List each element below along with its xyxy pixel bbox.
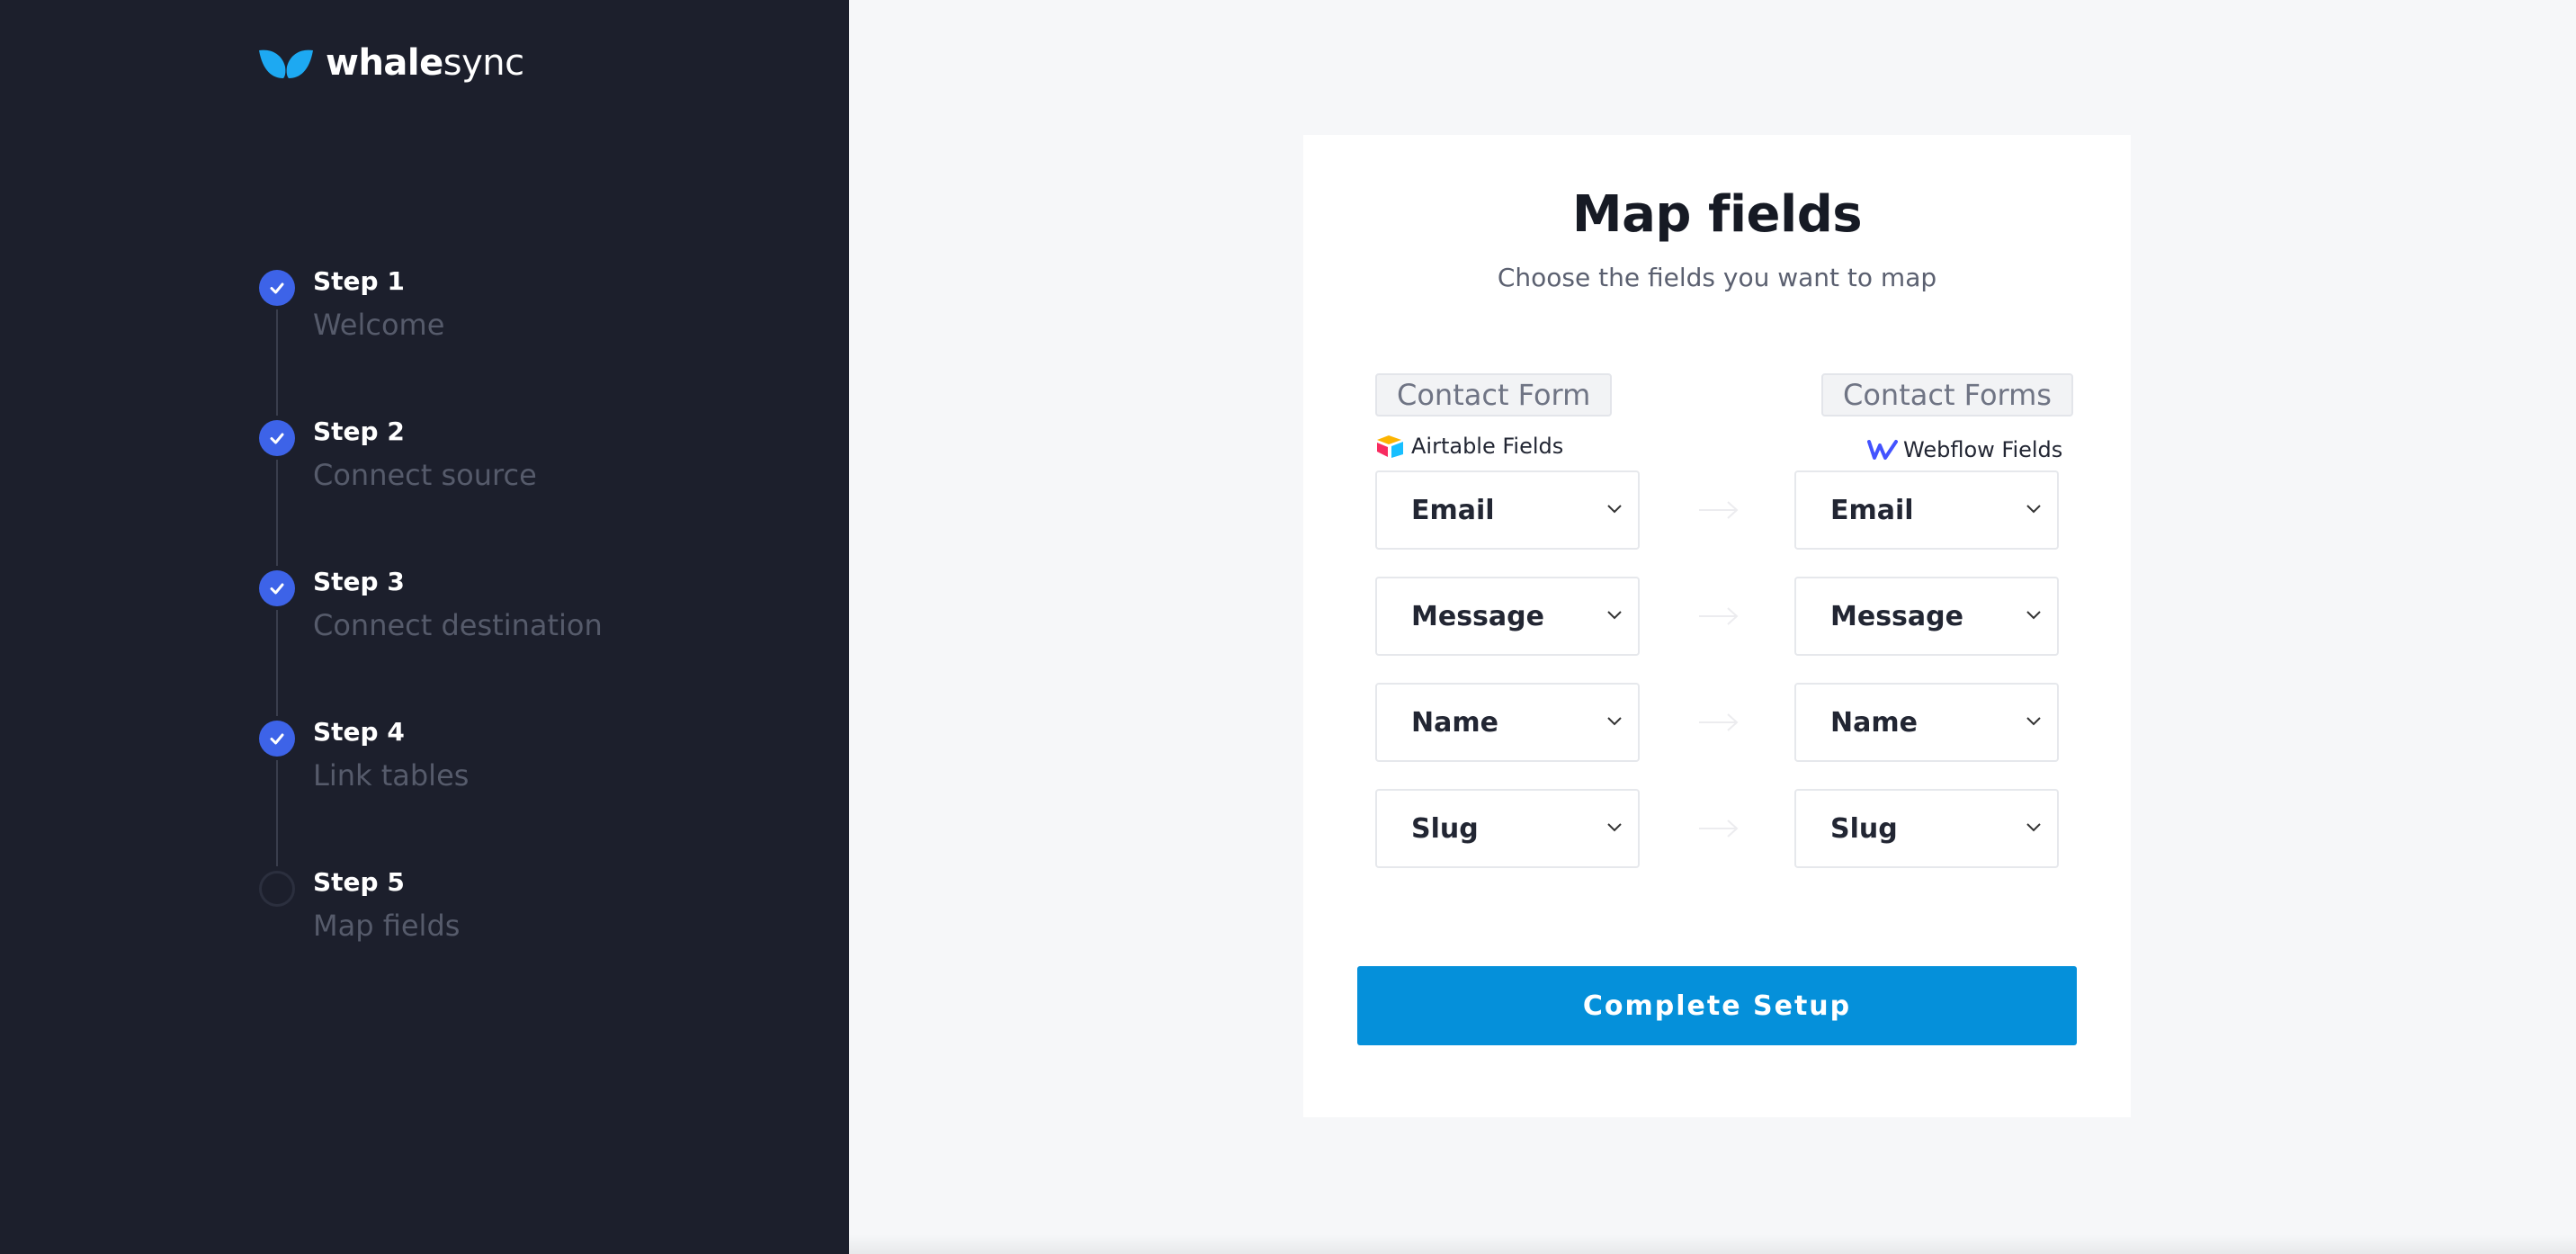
map-fields-card: Map fields Choose the fields you want to… (1303, 135, 2131, 1117)
logo-text: whalesync (326, 42, 524, 84)
field-mapping-row: Slug Slug (1375, 789, 2059, 868)
destination-fields-label: Webflow Fields (1867, 437, 2062, 462)
arrow-right-icon (1699, 501, 1739, 519)
source-fields-text: Airtable Fields (1411, 434, 1564, 459)
step-check-icon (259, 570, 295, 606)
step-check-icon (259, 721, 295, 757)
step-connector (276, 460, 278, 566)
chevron-down-icon (2026, 611, 2041, 620)
step-title: Step 3 (313, 567, 405, 596)
chevron-down-icon (2026, 505, 2041, 514)
complete-setup-button[interactable]: Complete Setup (1357, 966, 2077, 1045)
page-title: Map fields (1571, 185, 1863, 244)
whale-tail-icon (259, 49, 313, 78)
source-field-value: Message (1411, 600, 1544, 632)
page-subtitle: Choose the fields you want to map (1497, 263, 1937, 292)
field-mapping-row: Message Message (1375, 577, 2059, 656)
step-subtitle: Map fields (313, 909, 461, 943)
step-1: Step 1 Welcome (259, 266, 799, 416)
field-mapping-row: Name Name (1375, 683, 2059, 762)
destination-field-select[interactable]: Slug (1794, 789, 2059, 868)
airtable-icon (1377, 435, 1403, 458)
arrow-right-icon (1699, 607, 1739, 625)
source-field-select[interactable]: Slug (1375, 789, 1640, 868)
source-fields-label: Airtable Fields (1375, 434, 1563, 459)
source-field-select[interactable]: Name (1375, 683, 1640, 762)
source-field-select[interactable]: Message (1375, 577, 1640, 656)
destination-field-value: Message (1830, 600, 1963, 632)
step-check-icon (259, 420, 295, 456)
field-mapping-row: Email Email (1375, 470, 2059, 550)
destination-table-badge: Contact Forms (1821, 373, 2073, 417)
step-title: Step 4 (313, 717, 405, 747)
chevron-down-icon (1607, 611, 1622, 620)
source-field-select[interactable]: Email (1375, 470, 1640, 550)
sidebar: whalesync Step 1 Welcome Step 2 Connect … (0, 0, 849, 1254)
step-4: Step 4 Link tables (259, 717, 799, 866)
destination-field-value: Email (1830, 494, 1914, 526)
destination-field-value: Name (1830, 706, 1918, 739)
chevron-down-icon (2026, 717, 2041, 726)
webflow-icon (1867, 440, 1898, 460)
source-table-badge: Contact Form (1375, 373, 1613, 417)
step-subtitle: Link tables (313, 758, 470, 793)
step-5: Step 5 Map fields (259, 867, 799, 966)
step-connector (276, 760, 278, 866)
arrow-right-icon (1699, 820, 1739, 837)
step-title: Step 2 (313, 417, 405, 446)
step-connector (276, 610, 278, 716)
step-2: Step 2 Connect source (259, 417, 799, 566)
destination-field-select[interactable]: Message (1794, 577, 2059, 656)
step-title: Step 5 (313, 867, 405, 897)
source-field-value: Slug (1411, 812, 1479, 845)
source-field-value: Name (1411, 706, 1498, 739)
step-subtitle: Connect destination (313, 608, 603, 642)
step-check-icon (259, 270, 295, 306)
step-connector (276, 309, 278, 416)
step-pending-circle-icon (259, 871, 295, 907)
step-subtitle: Connect source (313, 458, 537, 492)
step-subtitle: Welcome (313, 308, 445, 342)
chevron-down-icon (1607, 505, 1622, 514)
chevron-down-icon (2026, 823, 2041, 832)
destination-field-select[interactable]: Name (1794, 683, 2059, 762)
arrow-right-icon (1699, 713, 1739, 731)
destination-field-value: Slug (1830, 812, 1898, 845)
bottom-shadow (849, 1234, 2576, 1254)
destination-field-select[interactable]: Email (1794, 470, 2059, 550)
step-3: Step 3 Connect destination (259, 567, 799, 716)
whalesync-logo: whalesync (257, 40, 524, 86)
chevron-down-icon (1607, 717, 1622, 726)
step-title: Step 1 (313, 266, 405, 296)
destination-fields-text: Webflow Fields (1903, 437, 2063, 462)
source-field-value: Email (1411, 494, 1495, 526)
chevron-down-icon (1607, 823, 1622, 832)
